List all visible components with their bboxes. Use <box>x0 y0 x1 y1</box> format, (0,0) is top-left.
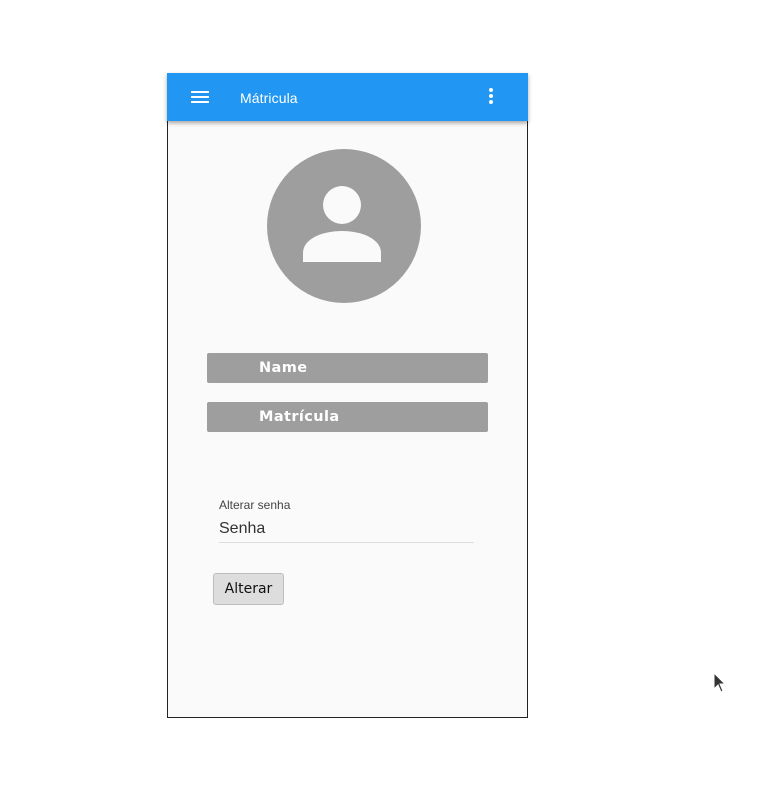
password-input[interactable] <box>219 516 474 543</box>
alterar-button[interactable]: Alterar <box>213 573 284 605</box>
hamburger-menu-icon[interactable] <box>189 87 211 107</box>
person-icon <box>303 186 381 262</box>
password-field: Alterar senha <box>219 498 474 543</box>
user-matricula-bar: Matrícula <box>207 402 488 432</box>
user-name-bar: Name <box>207 353 488 383</box>
more-vert-icon[interactable] <box>481 85 501 109</box>
avatar <box>267 149 421 303</box>
mouse-cursor-icon <box>713 671 727 694</box>
password-field-label: Alterar senha <box>219 498 291 512</box>
page-title: Mátricula <box>240 90 298 106</box>
app-bar: Mátricula <box>167 73 528 121</box>
page: Mátricula Name Matrícula Alterar senha A… <box>0 0 757 800</box>
app-screen: Mátricula Name Matrícula Alterar senha A… <box>167 73 528 718</box>
